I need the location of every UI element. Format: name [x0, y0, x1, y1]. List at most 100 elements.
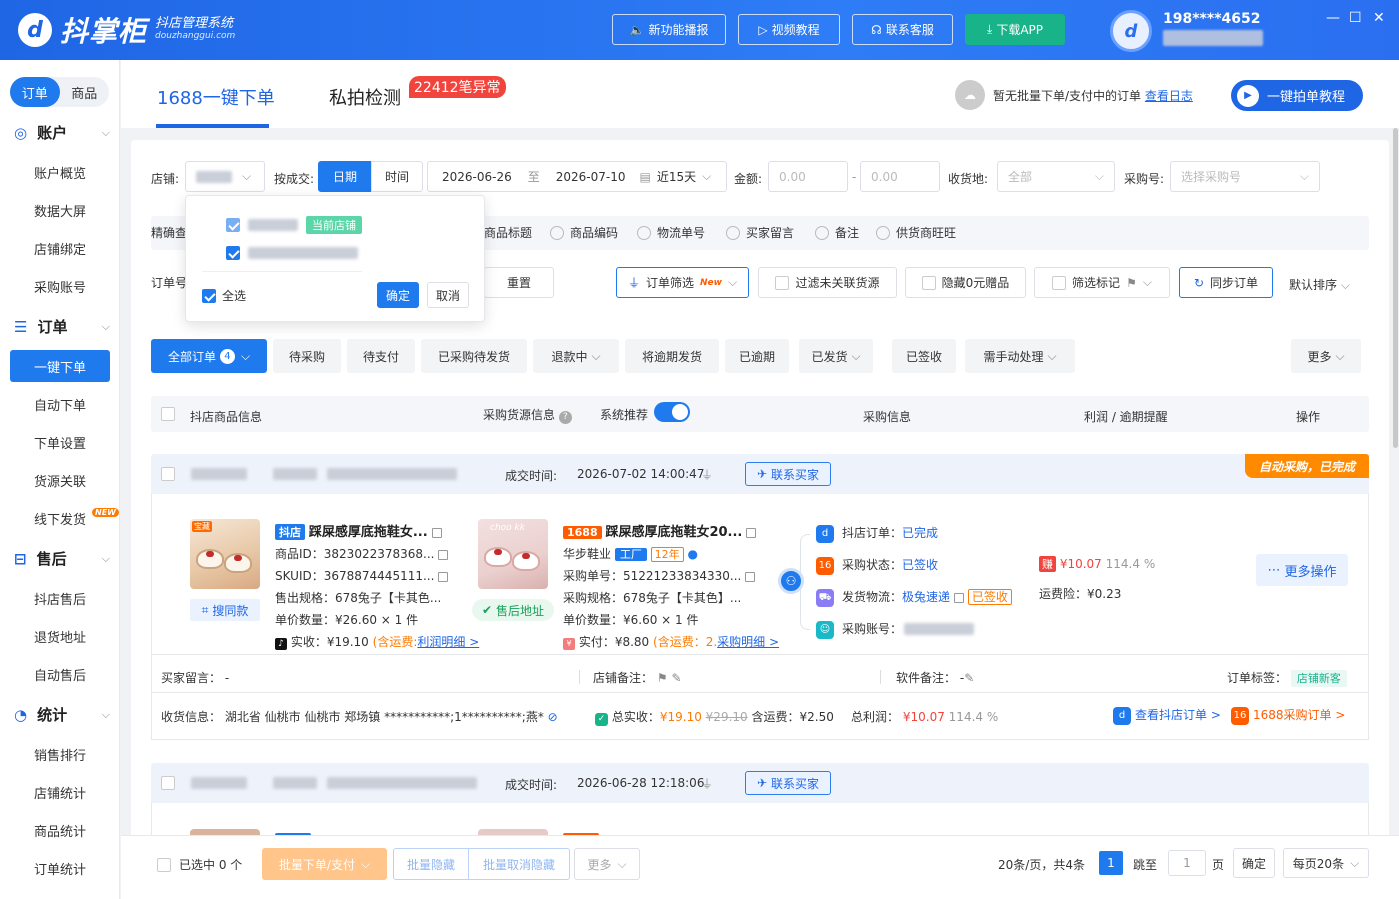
sidebar-item-offline-ship[interactable]: 线下发货 [10, 502, 110, 534]
recommend-toggle[interactable] [654, 402, 690, 422]
store-option-current[interactable]: 当前店铺 [226, 216, 362, 234]
close-icon[interactable]: ✕ [1373, 10, 1385, 26]
more-actions-button[interactable]: 更多 ⌵ [574, 848, 640, 880]
sidebar-item-return-address[interactable]: 退货地址 [10, 620, 110, 652]
store-option[interactable] [226, 246, 358, 260]
page-number-current[interactable]: 1 [1099, 851, 1123, 875]
reset-button[interactable]: 重置 [484, 267, 554, 298]
edit-icon[interactable]: ✎ [671, 671, 681, 685]
profit-detail-link[interactable]: 利润明细 > [417, 635, 479, 649]
sidebar-item-order-stats[interactable]: 订单统计 [10, 852, 110, 884]
status-tab-refunding[interactable]: 退款中 ⌵ [533, 339, 619, 373]
source-product-image[interactable]: choo kk [478, 519, 548, 589]
sidebar-item-purchase-account[interactable]: 采购账号 [10, 270, 110, 302]
batch-order-button[interactable]: 批量下单/支付 ⌵ [262, 848, 387, 880]
sidebar-item-one-click-order[interactable]: 一键下单 [10, 350, 110, 382]
status-tab-purchased[interactable]: 已采购待发货 [421, 339, 527, 373]
contact-buyer-button[interactable]: ✈ 联系买家 [745, 771, 831, 795]
more-operations-button[interactable]: ⋯ 更多操作 [1256, 554, 1348, 586]
radio-product-title[interactable]: 商品标题 [484, 224, 532, 241]
tab-one-click-order[interactable]: 1688一键下单 [157, 84, 275, 110]
status-tab-overdue[interactable]: 已逾期 [725, 339, 789, 373]
purchase-no-select[interactable]: 选择采购号 ⌵ [1170, 161, 1320, 192]
radio-buyer-msg[interactable]: 买家留言 [726, 224, 794, 241]
hide-zero-gift-button[interactable]: 隐藏0元赠品 [905, 267, 1026, 298]
purchase-detail-link[interactable]: 采购明细 > [717, 635, 779, 649]
order-checkbox[interactable] [161, 467, 175, 481]
sidebar-item-auto-order[interactable]: 自动下单 [10, 388, 110, 420]
amount-min-input[interactable]: 0.00 [768, 161, 848, 192]
tutorial-button[interactable]: ▶ 一键拍单教程 [1231, 80, 1363, 111]
status-tab-more[interactable]: 更多 ⌵ [1291, 339, 1361, 373]
sidebar-item-account-overview[interactable]: 账户概览 [10, 156, 110, 188]
date-range-picker[interactable]: 2026-06-26 至 2026-07-10 ▤ 近15天 ⌵ [427, 161, 727, 192]
view-dy-order-link[interactable]: d 查看抖店订单 > [1113, 706, 1221, 725]
sidebar-section-orders[interactable]: ☰ 订单 ⌵ [14, 316, 110, 337]
status-tab-to-pay[interactable]: 待支付 [347, 339, 415, 373]
store-select[interactable]: ⌵ [185, 161, 265, 192]
radio-remark[interactable]: 备注 [815, 224, 859, 241]
avatar[interactable]: d [1110, 10, 1152, 52]
minimize-icon[interactable]: — [1326, 10, 1340, 26]
filter-icon[interactable]: ⏚ [701, 775, 713, 792]
order-filter-button[interactable]: ⏚ 订单筛选 New ⌵ [616, 267, 749, 298]
download-app-button[interactable]: ⤓ 下载APP [965, 14, 1065, 45]
goto-confirm-button[interactable]: 确定 [1233, 848, 1275, 878]
batch-unhide-button[interactable]: 批量取消隐藏 [468, 848, 570, 880]
flag-icon[interactable]: ⚑ [657, 671, 668, 685]
maximize-icon[interactable]: ☐ [1349, 10, 1362, 26]
segment-products[interactable]: 商品 [60, 77, 110, 107]
copy-icon[interactable] [438, 571, 449, 582]
news-button[interactable]: 🔈 新功能播报 [612, 14, 726, 45]
scrollbar[interactable] [1393, 128, 1398, 448]
sidebar-item-product-stats[interactable]: 商品统计 [10, 814, 110, 846]
radio-supplier[interactable]: 供货商旺旺 [876, 224, 956, 241]
amount-max-input[interactable]: 0.00 [860, 161, 940, 192]
filter-icon[interactable]: ⏚ [701, 466, 713, 483]
sidebar-item-source-link[interactable]: 货源关联 [10, 464, 110, 496]
copy-icon[interactable] [745, 571, 756, 582]
mark-filter-button[interactable]: 筛选标记 ⚑ ⌵ [1034, 267, 1170, 298]
view-log-link[interactable]: 查看日志 [1145, 89, 1193, 103]
source-product-title[interactable]: 1688 踩屎感厚底拖鞋女20... [563, 521, 757, 540]
batch-hide-button[interactable]: 批量隐藏 [393, 848, 469, 880]
aftersale-address-button[interactable]: ✔ 售后地址 [472, 599, 554, 621]
view-1688-order-link[interactable]: 16 1688采购订单 > [1231, 706, 1345, 725]
contact-support-button[interactable]: ☊ 联系客服 [852, 14, 953, 45]
logistics-name[interactable]: 极兔速递 [902, 590, 950, 604]
status-tab-manual[interactable]: 需手动处理 ⌵ [965, 339, 1075, 373]
status-tab-near-overdue[interactable]: 将逾期发货 [625, 339, 719, 373]
order-checkbox[interactable] [161, 776, 175, 790]
video-tutorial-button[interactable]: ▷ 视频教程 [738, 14, 840, 45]
goto-page-input[interactable]: 1 [1168, 850, 1206, 876]
select-all-checkbox[interactable] [161, 407, 175, 421]
sidebar-item-store-binding[interactable]: 店铺绑定 [10, 232, 110, 264]
status-tab-signed[interactable]: 已签收 [892, 339, 956, 373]
sort-select[interactable]: 默认排序 ⌵ [1289, 276, 1350, 293]
help-icon[interactable]: ? [558, 411, 572, 424]
eye-off-icon[interactable]: ⊘ [548, 710, 558, 724]
popup-confirm-button[interactable]: 确定 [377, 282, 419, 308]
sidebar-item-dy-aftersale[interactable]: 抖店售后 [10, 582, 110, 614]
segment-orders[interactable]: 订单 [10, 77, 60, 107]
status-tab-all[interactable]: 全部订单 4 ⌵ [151, 339, 267, 373]
status-tab-to-purchase[interactable]: 待采购 [273, 339, 341, 373]
copy-icon[interactable] [438, 549, 449, 560]
contact-buyer-button[interactable]: ✈ 联系买家 [745, 462, 831, 486]
time-mode-button[interactable]: 时间 [371, 161, 423, 192]
radio-product-code[interactable]: 商品编码 [550, 224, 618, 241]
sidebar-item-order-settings[interactable]: 下单设置 [10, 426, 110, 458]
radio-tracking-no[interactable]: 物流单号 [637, 224, 705, 241]
search-same-button[interactable]: ⌗ 搜同款 [190, 599, 260, 621]
sidebar-item-dashboard[interactable]: 数据大屏 [10, 194, 110, 226]
address-select[interactable]: 全部 ⌵ [997, 161, 1115, 192]
copy-icon[interactable] [746, 527, 757, 538]
sidebar-item-auto-aftersale[interactable]: 自动售后 [10, 658, 110, 690]
link-icon[interactable]: ⚇ [778, 568, 804, 594]
select-count[interactable]: 已选中 0 个 [157, 856, 242, 873]
popup-cancel-button[interactable]: 取消 [427, 282, 469, 308]
tab-private-check[interactable]: 私拍检测 [329, 84, 401, 110]
copy-icon[interactable] [954, 592, 965, 603]
filter-unlinked-button[interactable]: 过滤未关联货源 [758, 267, 897, 298]
select-all-option[interactable]: 全选 [202, 287, 246, 304]
